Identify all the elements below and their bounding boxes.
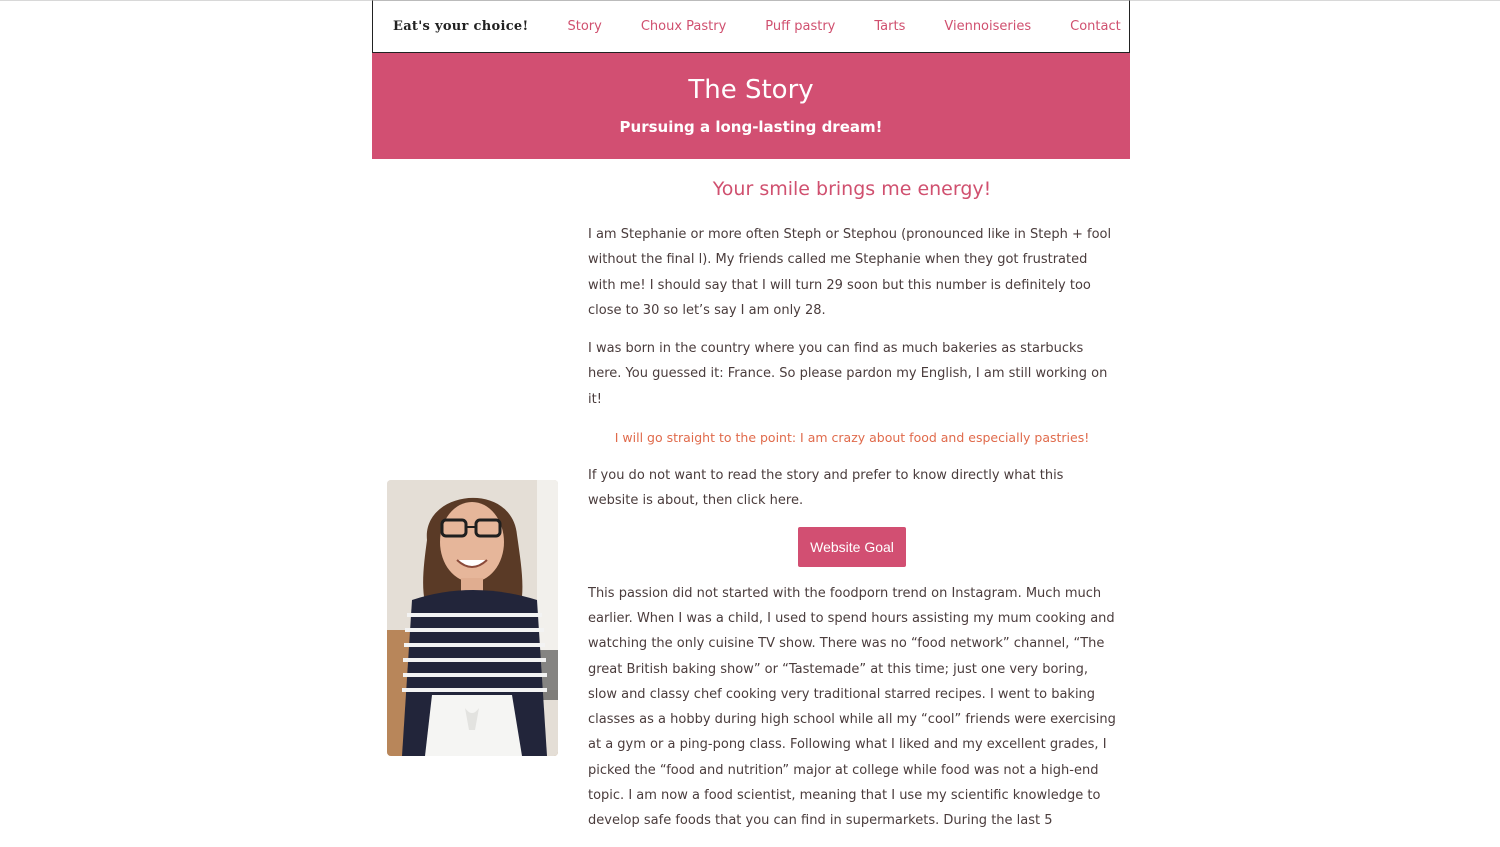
nav-item-story[interactable]: Story (567, 19, 601, 34)
story-paragraph: This passion did not started with the fo… (588, 585, 1116, 829)
nav-item-contact[interactable]: Contact (1070, 19, 1121, 34)
website-goal-button[interactable]: Website Goal (798, 526, 906, 567)
page-container: Eat's your choice! Story Choux Pastry Pu… (372, 0, 1130, 159)
main-content: Your smile brings me energy! I am Stepha… (588, 172, 1116, 847)
origin-paragraph: I was born in the country where you can … (588, 341, 1108, 407)
hero-banner: The Story Pursuing a long-lasting dream! (372, 53, 1130, 159)
nav-item-tarts[interactable]: Tarts (874, 19, 905, 34)
intro-paragraph: I am Stephanie or more often Steph or St… (588, 227, 1112, 318)
page-subtitle: Pursuing a long-lasting dream! (619, 118, 883, 136)
button-wrapper: Website Goal (588, 526, 1116, 567)
nav-item-choux-pastry[interactable]: Choux Pastry (641, 19, 726, 34)
navbar: Eat's your choice! Story Choux Pastry Pu… (372, 0, 1130, 53)
author-photo (387, 480, 558, 756)
section-heading: Your smile brings me energy! (712, 178, 992, 200)
brand-logo[interactable]: Eat's your choice! (393, 19, 528, 34)
nav-item-viennoiseries[interactable]: Viennoiseries (944, 19, 1031, 34)
goal-intro-paragraph: If you do not want to read the story and… (588, 468, 1064, 509)
nav-item-puff-pastry[interactable]: Puff pastry (765, 19, 835, 34)
page-title: The Story (688, 75, 814, 105)
highlight-text: I will go straight to the point: I am cr… (614, 430, 1090, 446)
